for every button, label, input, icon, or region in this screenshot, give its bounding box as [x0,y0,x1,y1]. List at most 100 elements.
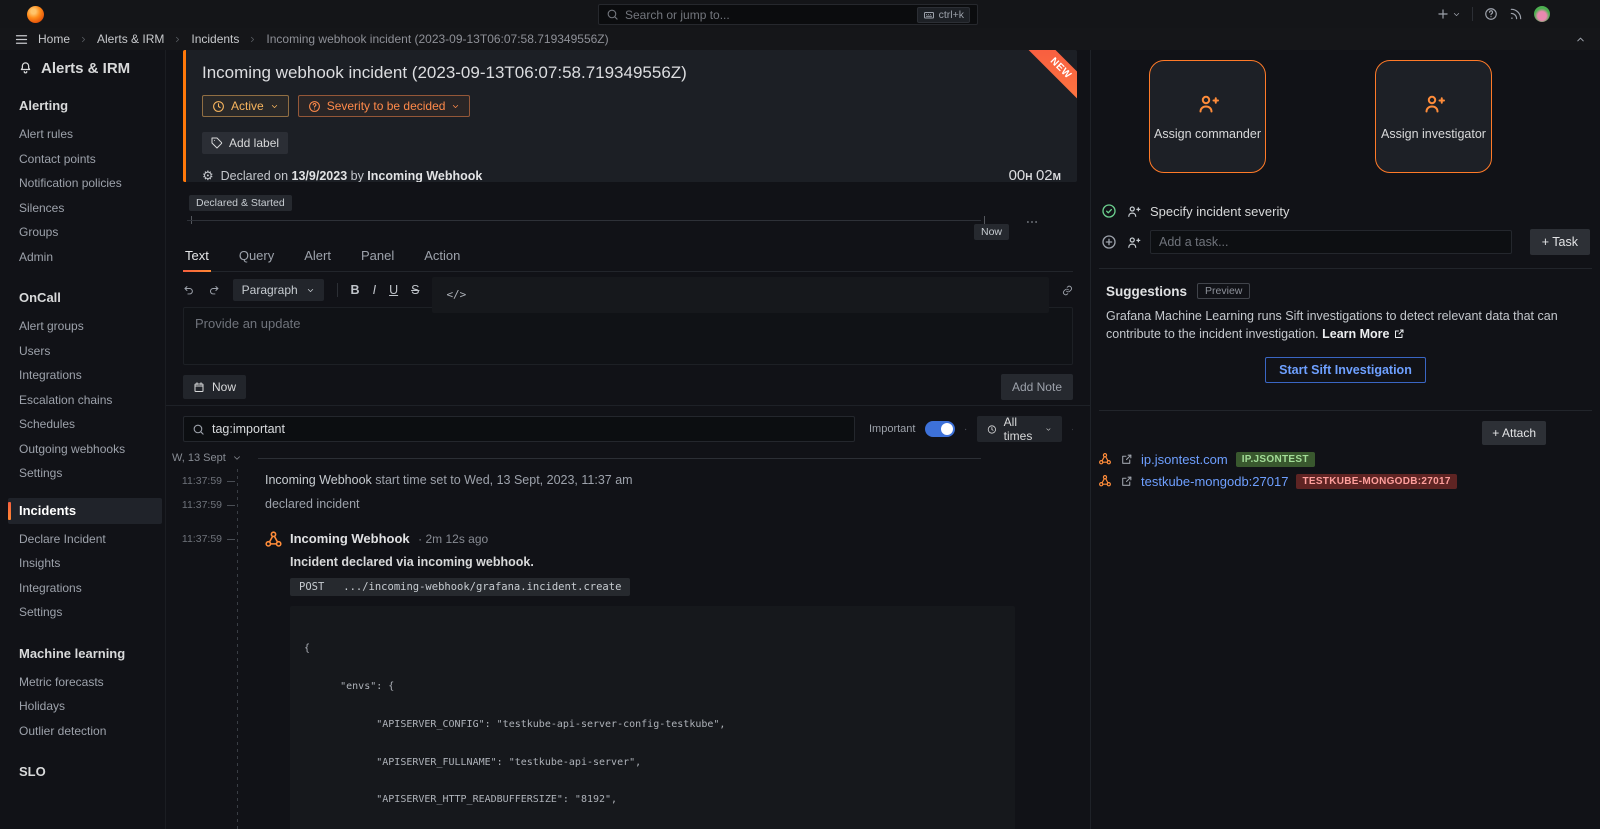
sidebar-item-integrations[interactable]: Integrations [19,363,165,388]
chevron-down-icon [1045,425,1052,434]
timestamp-picker-button[interactable]: Now [183,375,246,399]
learn-more-link[interactable]: Learn More [1322,327,1389,341]
bot-filter-icon[interactable] [965,422,966,437]
webhook-payload-code: { "envs": { "APISERVER_CONFIG": "testkub… [290,606,1015,829]
plus-circle-icon[interactable] [1101,234,1117,250]
update-editor-textarea[interactable] [195,316,1061,356]
external-link-icon[interactable] [1120,475,1133,488]
code-button[interactable]: </> [432,277,1049,314]
global-search-input[interactable] [625,8,911,22]
tab-text[interactable]: Text [183,243,211,271]
breadcrumb-item-alerts-irm[interactable]: Alerts & IRM [97,32,164,46]
sidebar-item-users[interactable]: Users [19,339,165,364]
timeline-list: 11:37:59 Incoming Webhook start time set… [166,473,1090,829]
sidebar-item-declare-incident[interactable]: Declare Incident [19,527,165,552]
paragraph-format-select[interactable]: Paragraph [233,279,324,301]
date-group-header[interactable]: W, 13 Sept [172,451,1090,465]
sidebar-item-incident-integrations[interactable]: Integrations [19,576,165,601]
sidebar-heading-machine-learning[interactable]: Machine learning [19,646,165,661]
now-chip: Now [974,224,1009,240]
sidebar-item-outlier-detection[interactable]: Outlier detection [19,719,165,744]
attachment-badge: IP.JSONTEST [1236,452,1315,467]
sidebar-item-contact-points[interactable]: Contact points [19,147,165,172]
format-toolbar: Paragraph B I U S </> [183,279,1073,301]
assign-commander-button[interactable]: Assign commander [1149,60,1266,173]
sidebar-item-silences[interactable]: Silences [19,196,165,221]
status-dropdown[interactable]: Active [202,95,289,117]
attachment-link[interactable]: ip.jsontest.com [1141,452,1228,467]
sidebar-heading-oncall[interactable]: OnCall [19,290,165,305]
sidebar-item-holidays[interactable]: Holidays [19,694,165,719]
add-note-button[interactable]: Add Note [1001,374,1073,400]
sidebar-item-alert-groups[interactable]: Alert groups [19,314,165,339]
sidebar-item-alert-rules[interactable]: Alert rules [19,122,165,147]
chevron-up-icon[interactable] [1575,34,1586,45]
preview-badge: Preview [1197,283,1250,299]
assign-investigator-button[interactable]: Assign investigator [1375,60,1492,173]
add-task-input[interactable] [1150,230,1512,254]
sidebar-section-alerts-irm[interactable]: Alerts & IRM [18,60,165,77]
sidebar-item-metric-forecasts[interactable]: Metric forecasts [19,670,165,695]
add-new-button[interactable] [1436,7,1461,21]
sidebar-item-outgoing-webhooks[interactable]: Outgoing webhooks [19,437,165,462]
sidebar-item-admin[interactable]: Admin [19,245,165,270]
sidebar-item-incidents-active[interactable]: Incidents [8,498,162,524]
redo-icon[interactable] [208,283,220,297]
assign-task-icon[interactable] [1126,204,1141,219]
sidebar-heading-alerting[interactable]: Alerting [19,98,165,113]
sidebar-item-notification-policies[interactable]: Notification policies [19,171,165,196]
tab-panel[interactable]: Panel [359,243,396,271]
timeline-search[interactable] [183,416,855,442]
tab-action[interactable]: Action [422,243,462,271]
undo-icon[interactable] [183,283,195,297]
start-sift-investigation-button[interactable]: Start Sift Investigation [1265,357,1426,383]
tab-query[interactable]: Query [237,243,276,271]
time-range-select[interactable]: All times [977,416,1062,442]
external-link-icon[interactable] [1120,453,1133,466]
list-view-icon[interactable] [1072,422,1073,437]
underline-button[interactable]: U [389,283,398,297]
breadcrumb-item-incidents[interactable]: Incidents [191,32,239,46]
update-editor[interactable] [183,307,1073,365]
severity-dropdown[interactable]: Severity to be decided [298,95,471,117]
sidebar-item-oncall-settings[interactable]: Settings [19,461,165,486]
add-label-button[interactable]: Add label [202,132,288,154]
mega-menu-icon[interactable] [14,32,29,47]
italic-button[interactable]: I [373,283,376,297]
request-chip: POST .../incoming-webhook/grafana.incide… [290,578,630,596]
link-icon[interactable] [1062,284,1073,297]
person-plus-icon [1422,92,1446,116]
incident-duration: 00H 02M [1009,167,1061,182]
tab-alert[interactable]: Alert [302,243,333,271]
attachment-link[interactable]: testkube-mongodb:27017 [1141,474,1288,489]
minimap-menu-icon[interactable] [1025,213,1039,231]
chevron-down-icon [232,453,242,463]
strikethrough-button[interactable]: S [411,283,419,297]
grafana-logo-icon[interactable] [27,6,44,23]
bold-button[interactable]: B [351,283,360,297]
sidebar-item-escalation-chains[interactable]: Escalation chains [19,388,165,413]
sidebar-heading-slo[interactable]: SLO [19,764,165,779]
important-label: Important [869,423,915,435]
breadcrumb-item-home[interactable]: Home [38,32,70,46]
news-icon[interactable] [1509,7,1523,21]
add-task-button[interactable]: + Task [1530,229,1590,255]
suggestions-title: Suggestions [1106,284,1187,299]
attach-button[interactable]: + Attach [1482,421,1546,445]
sidebar-item-groups[interactable]: Groups [19,220,165,245]
important-toggle[interactable] [925,421,955,437]
top-bar: ctrl+k [0,0,1600,28]
suggestions-body: Grafana Machine Learning runs Sift inves… [1106,308,1566,344]
sidebar-item-incident-settings[interactable]: Settings [19,600,165,625]
global-search[interactable]: ctrl+k [598,4,978,25]
tasks-section: Specify incident severity + Task [1099,199,1592,254]
help-icon[interactable] [1484,7,1498,21]
task-row-completed: Specify incident severity [1099,199,1592,223]
sidebar-item-schedules[interactable]: Schedules [19,412,165,437]
user-avatar[interactable] [1534,6,1550,22]
assign-task-icon[interactable] [1126,235,1141,250]
check-circle-icon[interactable] [1101,203,1117,219]
timeline-search-input[interactable] [212,422,846,436]
sidebar-item-insights[interactable]: Insights [19,551,165,576]
sidebar-nav: Alerts & IRM Alerting Alert rules Contac… [0,50,166,829]
